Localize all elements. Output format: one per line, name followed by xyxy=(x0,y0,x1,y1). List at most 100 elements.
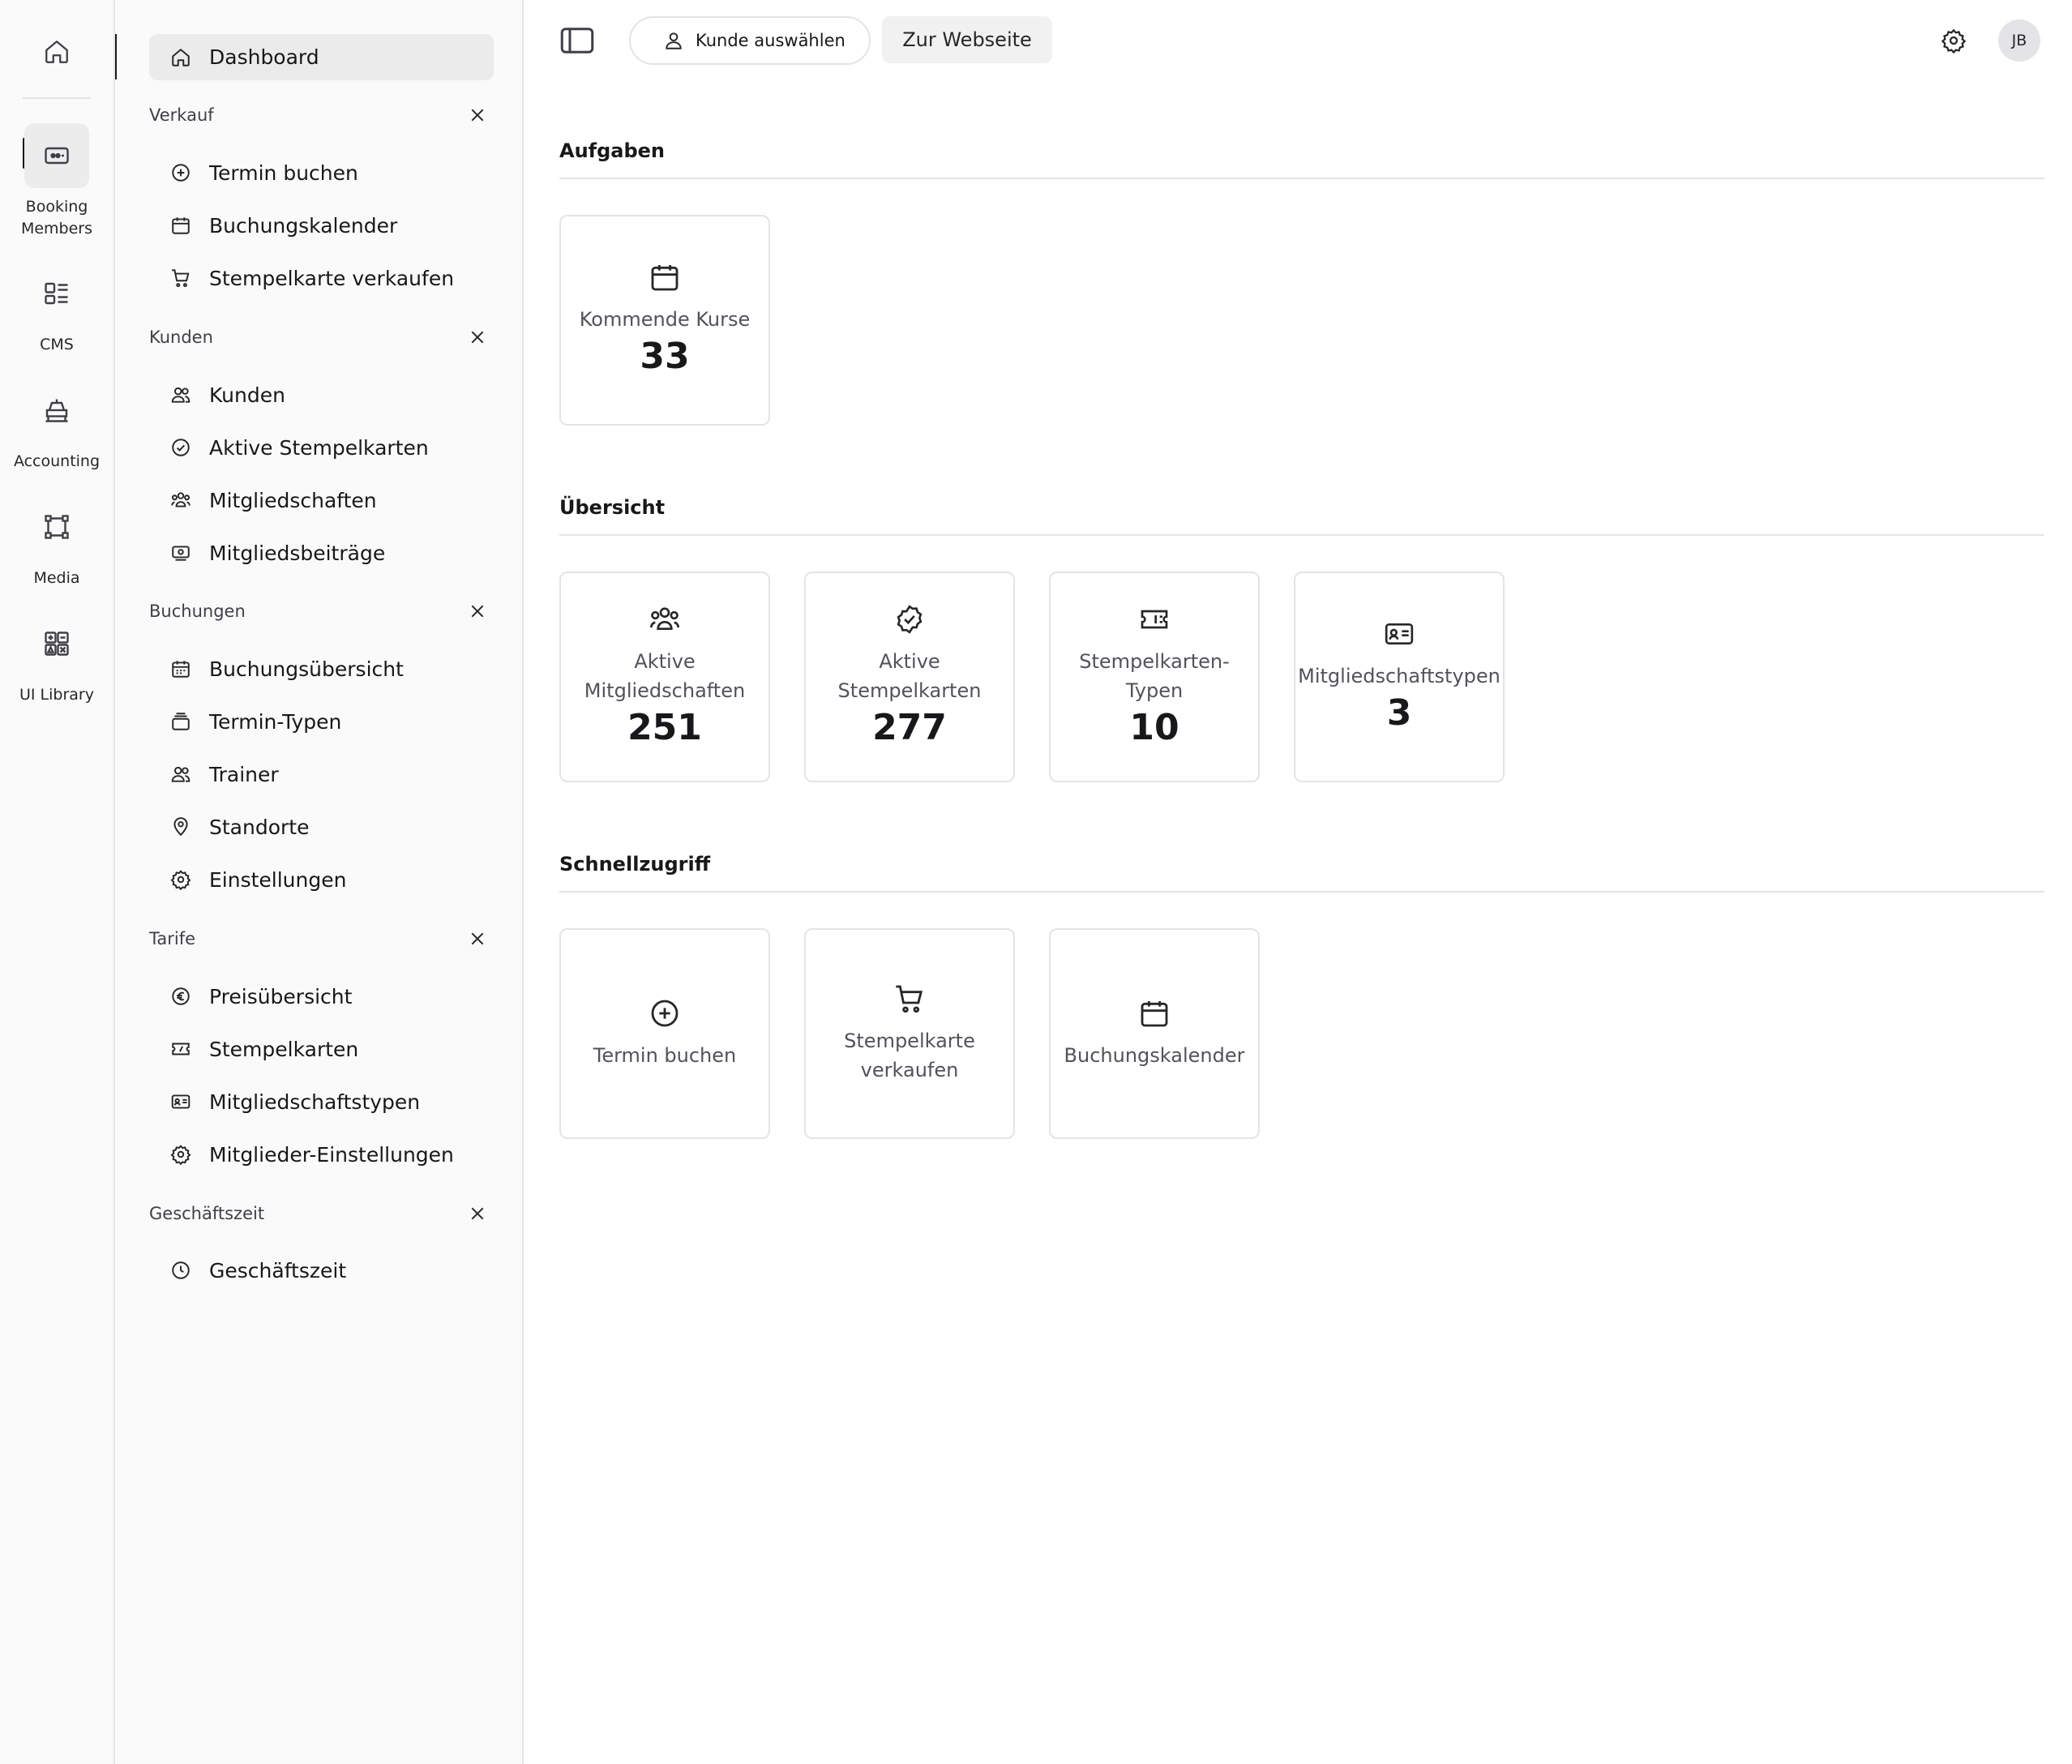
sidebar-item-kunden[interactable]: Kunden xyxy=(170,375,285,415)
rail-item-accounting[interactable]: Accounting xyxy=(0,378,113,473)
plus-circle-icon xyxy=(651,1000,679,1027)
sidebar-item-label: Buchungsübersicht xyxy=(209,657,404,681)
sidebar-item-geschaeftszeit[interactable]: Geschäftszeit xyxy=(170,1250,346,1291)
gear-icon xyxy=(1941,28,1967,54)
sidebar-item-standorte[interactable]: Standorte xyxy=(170,807,309,847)
select-customer-label: Kunde auswählen xyxy=(696,31,845,50)
cms-icon xyxy=(24,261,89,326)
sidebar-item-label: Stempelkarten xyxy=(209,1037,359,1061)
sidebar-item-einstellungen[interactable]: Einstellungen xyxy=(170,859,346,900)
sidebar-item-label: Dashboard xyxy=(209,45,319,69)
card-value: 277 xyxy=(872,707,947,748)
sidebar-item-stempelkarten[interactable]: Stempelkarten xyxy=(170,1029,358,1069)
gear-icon xyxy=(170,1145,191,1165)
close-icon[interactable] xyxy=(466,104,489,126)
card-kommende-kurse[interactable]: Kommende Kurse 33 xyxy=(559,215,770,426)
sidebar-item-mitgliedschaften[interactable]: Mitgliedschaften xyxy=(170,480,377,520)
sidebar-item-termin-typen[interactable]: Termin-Typen xyxy=(170,701,341,742)
sidebar-section-buchungen: Buchungen xyxy=(149,595,494,627)
sidebar-item-label: Mitglieder-Einstellungen xyxy=(209,1142,454,1167)
close-icon[interactable] xyxy=(466,600,489,623)
sidebar-item-label: Kunden xyxy=(209,383,285,407)
sidebar-item-label: Stempelkarte verkaufen xyxy=(209,266,455,290)
card-label: Aktive Mitgliedschaften xyxy=(584,650,746,702)
sidebar-item-label: Geschäftszeit xyxy=(209,1258,347,1282)
section-title: Verkauf xyxy=(149,105,214,125)
close-icon[interactable] xyxy=(466,927,489,950)
calendar-icon xyxy=(1141,1001,1168,1027)
group-icon xyxy=(650,607,679,630)
section-divider xyxy=(559,178,2044,179)
ticket-icon xyxy=(172,1043,190,1055)
home-icon xyxy=(172,48,190,66)
sidebar-item-preisuebersicht[interactable]: Preisübersicht xyxy=(170,976,352,1017)
layers-icon xyxy=(172,713,190,730)
money-icon xyxy=(172,546,190,561)
rail-label: Accounting xyxy=(13,452,101,470)
section-title: Kunden xyxy=(149,328,213,347)
sidebar-item-label: Einstellungen xyxy=(209,867,347,892)
select-customer-button[interactable]: Kunde auswählen xyxy=(629,16,871,65)
card-label: Stempelkarten-Typen xyxy=(1079,650,1230,702)
sidebar-section-kunden: Kunden xyxy=(149,321,494,353)
sidebar-section-verkauf: Verkauf xyxy=(149,99,494,131)
rail-label: Booking Members xyxy=(20,198,93,238)
sidebar-item-mitgliedsbeitraege[interactable]: Mitgliedsbeiträge xyxy=(170,533,385,573)
sidebar-item-termin-buchen[interactable]: Termin buchen xyxy=(170,152,358,193)
close-icon[interactable] xyxy=(466,1202,489,1225)
sidebar-item-label: Termin-Typen xyxy=(209,709,342,734)
user-icon xyxy=(666,32,682,49)
sidebar-item-trainer[interactable]: Trainer xyxy=(170,754,279,794)
calendar-icon xyxy=(651,265,679,291)
rail-item-booking-members[interactable]: Booking Members xyxy=(0,123,113,240)
sidebar-item-buchungskalender[interactable]: Buchungskalender xyxy=(170,205,397,246)
quick-buchungskalender[interactable]: Buchungskalender xyxy=(1049,928,1260,1139)
sidebar-item-label: Mitgliedschaftstypen xyxy=(209,1090,421,1114)
id-card-icon xyxy=(171,1094,191,1109)
sidebar-toggle-button[interactable] xyxy=(558,24,597,57)
sidebar-item-label: Buchungskalender xyxy=(209,213,398,238)
map-pin-icon xyxy=(173,817,188,837)
card-aktive-stempelkarten[interactable]: Aktive Stempelkarten 277 xyxy=(804,572,1015,782)
sidebar-item-dashboard[interactable]: Dashboard xyxy=(149,34,494,80)
accounting-icon xyxy=(24,378,89,443)
rail-item-cms[interactable]: CMS xyxy=(0,261,113,356)
sidebar-item-aktive-stempelkarten[interactable]: Aktive Stempelkarten xyxy=(170,427,429,468)
card-aktive-mitgliedschaften[interactable]: Aktive Mitgliedschaften 251 xyxy=(559,572,770,782)
sidebar-item-mitglieder-einstellungen[interactable]: Mitglieder-Einstellungen xyxy=(170,1134,454,1175)
website-button[interactable]: Zur Webseite xyxy=(882,16,1052,63)
settings-button[interactable] xyxy=(1936,23,1971,58)
sidebar: Dashboard Verkauf Termin buchen Buchungs… xyxy=(117,0,524,1764)
icon-rail: Booking Members CMS Accounting Media UI … xyxy=(0,0,115,1764)
quick-termin-buchen[interactable]: Termin buchen xyxy=(559,928,770,1139)
sidebar-item-buchungsuebersicht[interactable]: Buchungsübersicht xyxy=(170,649,404,689)
calendar-icon xyxy=(172,217,190,234)
sidebar-item-label: Termin buchen xyxy=(209,161,358,185)
sidebar-item-mitgliedschaftstypen[interactable]: Mitgliedschaftstypen xyxy=(170,1081,420,1122)
close-icon[interactable] xyxy=(466,326,489,349)
sidebar-section-tarife: Tarife xyxy=(149,923,494,955)
section-title-uebersicht: Übersicht xyxy=(559,496,666,519)
group-icon xyxy=(171,492,191,507)
badge-check-icon xyxy=(897,605,923,634)
sidebar-item-label: Standorte xyxy=(209,815,310,839)
section-divider xyxy=(559,534,2044,536)
card-label: Aktive Stempelkarten xyxy=(837,650,982,702)
rail-item-media[interactable]: Media xyxy=(0,495,113,589)
sidebar-item-stempelkarte-verkaufen[interactable]: Stempelkarte verkaufen xyxy=(170,258,454,298)
home-icon[interactable] xyxy=(31,32,83,71)
card-label: Termin buchen xyxy=(593,1044,737,1067)
sidebar-panel-icon xyxy=(560,28,594,54)
section-title-aufgaben: Aufgaben xyxy=(559,139,666,162)
section-title-schnellzugriff: Schnellzugriff xyxy=(559,853,711,876)
quick-stempelkarte-verkaufen[interactable]: Stempelkarte verkaufen xyxy=(804,928,1015,1139)
booking-members-icon xyxy=(24,123,89,188)
rail-item-ui-library[interactable]: UI Library xyxy=(0,611,113,706)
card-stempelkarten-typen[interactable]: Stempelkarten-Typen 10 xyxy=(1049,572,1260,782)
website-button-label: Zur Webseite xyxy=(902,28,1032,51)
id-card-icon xyxy=(1385,623,1414,644)
card-label: Buchungskalender xyxy=(1064,1044,1245,1067)
avatar[interactable]: JB xyxy=(1998,19,2040,62)
sidebar-item-label: Aktive Stempelkarten xyxy=(209,435,429,460)
card-mitgliedschaftstypen[interactable]: Mitgliedschaftstypen 3 xyxy=(1294,572,1505,782)
